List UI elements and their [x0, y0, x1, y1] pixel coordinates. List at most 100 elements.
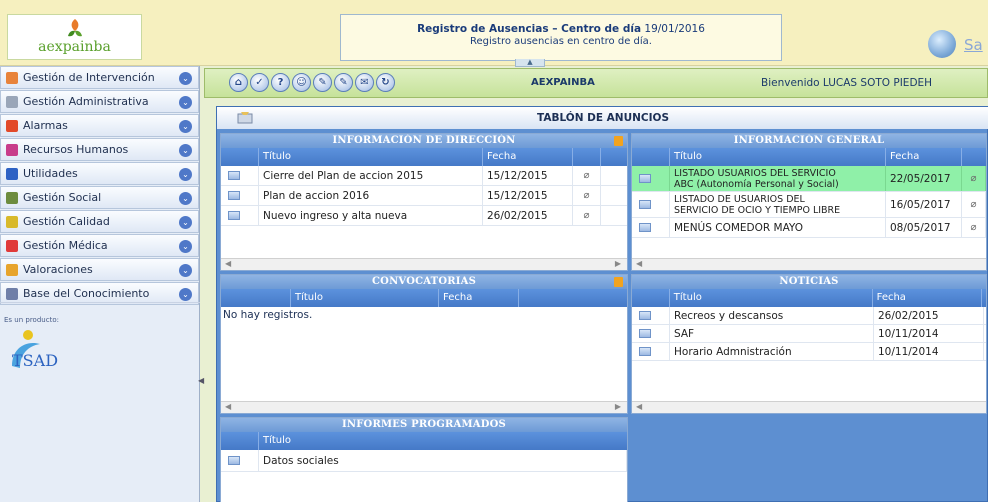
- user-icon[interactable]: ☺: [292, 73, 311, 92]
- chevron-down-icon[interactable]: ⌄: [179, 240, 192, 253]
- chevron-down-icon[interactable]: ⌄: [179, 168, 192, 181]
- menu-category-icon: [6, 168, 18, 180]
- sidebar-item[interactable]: Gestión Social ⌄: [0, 186, 199, 209]
- panel-noticias-header: Título Fecha: [632, 289, 986, 307]
- chevron-down-icon[interactable]: ⌄: [179, 192, 192, 205]
- mail-icon[interactable]: ✉: [355, 73, 374, 92]
- page-title-text: Registro de Ausencias – Centro de día: [417, 23, 642, 35]
- paperclip-icon[interactable]: ⌀: [962, 166, 986, 191]
- sidebar-item[interactable]: Gestión Administrativa ⌄: [0, 90, 199, 113]
- col-date-header[interactable]: Fecha: [439, 289, 519, 307]
- row-icon-cell: [632, 307, 670, 324]
- table-row[interactable]: SAF 10/11/2014: [632, 325, 986, 343]
- panel-direccion-title-text: INFORMACIÓN DE DIRECCIÓN: [332, 135, 516, 146]
- rss-icon[interactable]: [614, 136, 623, 146]
- row-title-line: SERVICIO DE OCIO Y TIEMPO LIBRE: [674, 204, 841, 216]
- table-row[interactable]: Plan de accion 2016 15/12/2015 ⌀: [221, 186, 627, 206]
- col-date-header[interactable]: Fecha: [873, 289, 982, 307]
- scroll-left-icon[interactable]: ◀: [225, 259, 231, 268]
- scroll-right-icon[interactable]: ▶: [615, 259, 621, 268]
- paperclip-icon[interactable]: ⌀: [962, 192, 986, 217]
- table-row[interactable]: Horario Admnistración 10/11/2014: [632, 343, 986, 361]
- sidebar-item-label: Gestión Social: [23, 191, 102, 204]
- document-icon: [639, 200, 651, 209]
- table-row[interactable]: Datos sociales: [221, 450, 627, 472]
- row-title[interactable]: Cierre del Plan de accion 2015: [259, 166, 483, 185]
- scroll-left-icon[interactable]: ◀: [636, 402, 642, 411]
- col-title-header[interactable]: Título: [670, 289, 873, 307]
- horizontal-scrollbar[interactable]: ◀ ▶: [221, 258, 627, 270]
- col-title-header[interactable]: Título: [259, 432, 627, 450]
- sidebar-item[interactable]: Utilidades ⌄: [0, 162, 199, 185]
- scroll-right-icon[interactable]: ▶: [615, 402, 621, 411]
- panel-direccion: INFORMACIÓN DE DIRECCIÓN Título Fecha Ci…: [220, 133, 628, 271]
- edit-alt-icon[interactable]: ✎: [334, 73, 353, 92]
- chevron-down-icon[interactable]: ⌄: [179, 264, 192, 277]
- product-name: TSAD: [12, 351, 59, 370]
- row-title[interactable]: LISTADO USUARIOS DEL SERVICIO ABC (Autono…: [670, 166, 886, 191]
- col-date-header[interactable]: Fecha: [886, 148, 962, 166]
- table-row[interactable]: LISTADO USUARIOS DEL SERVICIO ABC (Autono…: [632, 166, 986, 192]
- col-title-header[interactable]: Título: [259, 148, 483, 166]
- sidebar-divider: [0, 302, 200, 303]
- refresh-icon[interactable]: ↻: [376, 73, 395, 92]
- horizontal-scrollbar[interactable]: ◀ ▶: [221, 401, 627, 413]
- horizontal-scrollbar[interactable]: ◀: [632, 401, 986, 413]
- paperclip-icon[interactable]: ⌀: [573, 206, 601, 225]
- row-icon-cell: [221, 166, 259, 185]
- chevron-down-icon[interactable]: ⌄: [179, 288, 192, 301]
- edit-icon[interactable]: ✎: [313, 73, 332, 92]
- collapse-header-button[interactable]: ▲: [515, 59, 545, 67]
- chevron-down-icon[interactable]: ⌄: [179, 72, 192, 85]
- scroll-left-icon[interactable]: ◀: [225, 402, 231, 411]
- table-row[interactable]: Recreos y descansos 26/02/2015: [632, 307, 986, 325]
- horizontal-scrollbar[interactable]: ◀: [632, 258, 986, 270]
- rss-icon[interactable]: [614, 277, 623, 287]
- board-title: TABLÓN DE ANUNCIOS: [217, 107, 988, 129]
- sidebar-item[interactable]: Gestión Calidad ⌄: [0, 210, 199, 233]
- sidebar-resize-handle[interactable]: ◀: [198, 376, 204, 394]
- paperclip-icon[interactable]: ⌀: [573, 186, 601, 205]
- col-filler-header: [601, 148, 627, 166]
- paperclip-icon[interactable]: ⌀: [573, 166, 601, 185]
- row-title[interactable]: Datos sociales: [259, 450, 627, 471]
- row-icon-cell: [221, 206, 259, 225]
- chevron-down-icon[interactable]: ⌄: [179, 144, 192, 157]
- panel-informes-title: INFORMES PROGRAMADOS: [221, 418, 627, 432]
- chevron-down-icon[interactable]: ⌄: [179, 120, 192, 133]
- chevron-down-icon[interactable]: ⌄: [179, 96, 192, 109]
- table-row[interactable]: MENÚS COMEDOR MAYO 08/05/2017 ⌀: [632, 218, 986, 238]
- col-title-header[interactable]: Título: [291, 289, 439, 307]
- panel-noticias: NOTICIAS Título Fecha Recreos y descanso…: [631, 274, 987, 414]
- sidebar-item[interactable]: Valoraciones ⌄: [0, 258, 199, 281]
- col-date-header[interactable]: Fecha: [483, 148, 573, 166]
- row-title[interactable]: MENÚS COMEDOR MAYO: [670, 218, 886, 237]
- row-title[interactable]: Horario Admnistración: [670, 343, 874, 360]
- table-row[interactable]: Nuevo ingreso y alta nueva 26/02/2015 ⌀: [221, 206, 627, 226]
- col-title-header[interactable]: Título: [670, 148, 886, 166]
- sidebar-item[interactable]: Gestión de Intervención ⌄: [0, 66, 199, 89]
- scroll-left-icon[interactable]: ◀: [636, 259, 642, 268]
- help-icon[interactable]: ?: [271, 73, 290, 92]
- row-title[interactable]: Plan de accion 2016: [259, 186, 483, 205]
- table-row[interactable]: LISTADO DE USUARIOS DEL SERVICIO DE OCIO …: [632, 192, 986, 218]
- paperclip-icon[interactable]: ⌀: [962, 218, 986, 237]
- document-icon: [228, 211, 240, 220]
- row-date: 22/05/2017: [886, 166, 962, 191]
- sidebar-item[interactable]: Alarmas ⌄: [0, 114, 199, 137]
- sidebar-item[interactable]: Recursos Humanos ⌄: [0, 138, 199, 161]
- sidebar-item[interactable]: Gestión Médica ⌄: [0, 234, 199, 257]
- row-title[interactable]: Recreos y descansos: [670, 307, 874, 324]
- aexpainba-logo[interactable]: aexpainba: [7, 14, 142, 60]
- back-icon[interactable]: ✓: [250, 73, 269, 92]
- row-title[interactable]: LISTADO DE USUARIOS DEL SERVICIO DE OCIO …: [670, 192, 886, 217]
- row-title-text: LISTADO USUARIOS DEL SERVICIO ABC (Autono…: [674, 168, 839, 190]
- row-title-line: ABC (Autonomía Personal y Social): [674, 178, 839, 190]
- home-icon[interactable]: ⌂: [229, 73, 248, 92]
- table-row[interactable]: Cierre del Plan de accion 2015 15/12/2015…: [221, 166, 627, 186]
- row-title[interactable]: SAF: [670, 325, 874, 342]
- panel-informes-header: Título: [221, 432, 627, 450]
- chevron-down-icon[interactable]: ⌄: [179, 216, 192, 229]
- row-title[interactable]: Nuevo ingreso y alta nueva: [259, 206, 483, 225]
- exit-button[interactable]: Sa: [928, 30, 988, 58]
